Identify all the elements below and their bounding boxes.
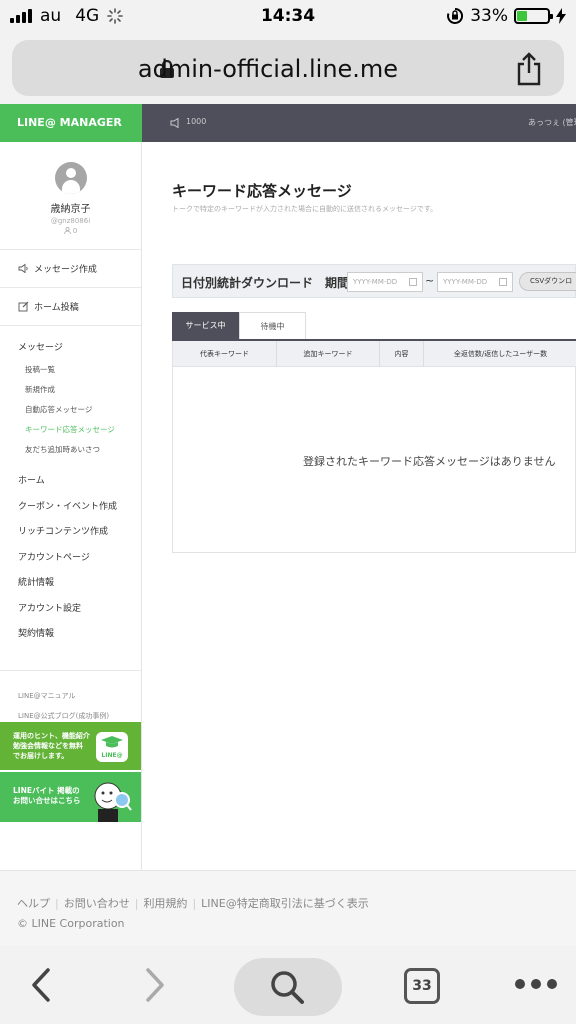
page-subtitle: トークで特定のキーワードが入力された場合に自動的に送信されるメッセージです。 <box>172 205 438 213</box>
sidebar-item-account-settings[interactable]: アカウント設定 <box>18 601 141 627</box>
footer-link-commerce-law[interactable]: LINE@特定商取引法に基づく表示 <box>201 897 369 910</box>
sidebar-item-home[interactable]: ホーム <box>18 473 141 499</box>
manual-link[interactable]: LINE@マニュアル <box>0 691 141 701</box>
sidebar-item-label: ホーム投稿 <box>34 303 79 313</box>
sidebar: 歳納京子 @gnz8086i 0 メッセージ作成 ホーム投稿 メッセージ 投稿一… <box>0 142 142 870</box>
profile-friends: 0 <box>0 226 141 235</box>
column-header[interactable]: 全返信数/返信したユーザー数 <box>424 341 576 367</box>
forward-icon[interactable] <box>140 966 170 1004</box>
header-user[interactable]: あっつぇ (管理 <box>528 117 576 128</box>
start-date-input[interactable]: YYYY-MM-DD <box>347 272 423 292</box>
tabs-button[interactable]: 33 <box>404 968 440 1004</box>
date-range-tilde: ~ <box>425 274 435 287</box>
search-button[interactable] <box>234 958 342 1016</box>
avatar[interactable] <box>54 162 87 194</box>
blog-link[interactable]: LINE@公式ブログ(成功事例) <box>0 711 141 721</box>
keyword-table: 代表キーワード 追加キーワード 内容 全返信数/返信したユーザー数 登録されたキ… <box>172 341 576 553</box>
sidebar-item-contract[interactable]: 契約情報 <box>18 626 141 652</box>
sidebar-item-rich-content[interactable]: リッチコンテンツ作成 <box>18 524 141 550</box>
sidebar-divider <box>0 669 141 671</box>
speaker-icon <box>18 263 28 274</box>
sidebar-subitem-new[interactable]: 新規作成 <box>18 384 141 395</box>
address-bar[interactable]: admin-official.line.me <box>12 40 564 96</box>
sidebar-subitem-auto-reply[interactable]: 自動応答メッセージ <box>18 404 141 415</box>
browser-address-area: admin-official.line.me <box>0 32 576 104</box>
calendar-icon[interactable] <box>409 278 417 286</box>
sidebar-subitem-keyword-reply[interactable]: キーワード応答メッセージ <box>18 424 141 435</box>
profile-name: 歳納京子 <box>50 204 91 215</box>
profile-block: 歳納京子 @gnz8086i 0 <box>0 142 141 250</box>
more-icon[interactable] <box>514 978 558 990</box>
banner-line: 運用のヒント、機能紹介 <box>13 732 90 740</box>
search-icon <box>271 971 304 1004</box>
sidebar-messages-group: メッセージ 投稿一覧 新規作成 自動応答メッセージ キーワード応答メッセージ 友… <box>0 326 141 652</box>
charging-bolt-icon <box>556 8 566 24</box>
header-count: 1000 <box>186 117 207 126</box>
app-header: LINE@ MANAGER 1000 あっつぇ (管理 <box>0 104 576 142</box>
tips-banner[interactable]: 運用のヒント、機能紹介 勉強会情報などを無料 でお届けします。 LINE@ <box>0 722 141 770</box>
footer-link-help[interactable]: ヘルプ <box>17 897 50 910</box>
tab-in-service[interactable]: サービス中 <box>172 312 239 340</box>
footer-links: ヘルプ | お問い合わせ | 利用規約 | LINE@特定商取引法に基づく表示 <box>17 897 369 910</box>
tab-standby[interactable]: 待機中 <box>239 312 306 340</box>
friends-icon <box>63 226 71 235</box>
column-header[interactable]: 追加キーワード <box>277 341 380 367</box>
empty-state-message: 登録されたキーワード応答メッセージはありません <box>303 455 556 468</box>
line-at-logo-label: LINE@ <box>101 752 123 759</box>
end-date-placeholder: YYYY-MM-DD <box>443 278 488 286</box>
sidebar-item-account-page[interactable]: アカウントページ <box>18 550 141 576</box>
line-manager-logo[interactable]: LINE@ MANAGER <box>0 104 142 142</box>
banner-line: LINEバイト 掲載の <box>13 786 80 795</box>
edit-icon <box>18 301 29 312</box>
status-bar: au 4G 14:34 33% <box>0 0 576 32</box>
profile-id: @gnz8086i <box>50 217 91 225</box>
speaker-icon <box>170 118 179 128</box>
mascot-icon <box>94 782 132 822</box>
sidebar-item-message-create[interactable]: メッセージ作成 <box>0 250 141 288</box>
sidebar-item-messages[interactable]: メッセージ <box>18 340 141 353</box>
banner-line: 勉強会情報などを無料 <box>13 742 83 750</box>
banner-line: お問い合せはこちら <box>13 796 81 805</box>
battery-icon <box>514 8 553 24</box>
column-header[interactable]: 内容 <box>380 341 424 367</box>
stats-label: 日付別統計ダウンロード 期間 <box>181 276 350 290</box>
calendar-icon[interactable] <box>499 278 507 286</box>
sidebar-subitem-friend-greeting[interactable]: 友だち追加時あいさつ <box>18 444 141 455</box>
graduation-cap-icon <box>101 736 123 748</box>
page-title: キーワード応答メッセージ <box>172 182 352 200</box>
copyright: © LINE Corporation <box>17 917 125 930</box>
sidebar-item-coupon[interactable]: クーポン・イベント作成 <box>18 499 141 525</box>
stats-download-bar: 日付別統計ダウンロード 期間 YYYY-MM-DD ~ YYYY-MM-DD C… <box>172 264 576 298</box>
sidebar-item-home-post[interactable]: ホーム投稿 <box>0 288 141 326</box>
footer-link-contact[interactable]: お問い合わせ <box>64 897 130 910</box>
sidebar-item-statistics[interactable]: 統計情報 <box>18 575 141 601</box>
url-text[interactable]: admin-official.line.me <box>12 55 564 83</box>
csv-download-button[interactable]: CSVダウンロ <box>519 272 576 291</box>
line-baito-banner[interactable]: LINEバイト 掲載の お問い合せはこちら <box>0 772 141 822</box>
main-content: キーワード応答メッセージ トークで特定のキーワードが入力された場合に自動的に送信… <box>142 142 576 870</box>
sidebar-item-label: メッセージ作成 <box>34 265 97 275</box>
page-footer: ヘルプ | お問い合わせ | 利用規約 | LINE@特定商取引法に基づく表示 © LINE… <box>0 870 576 946</box>
table-header: 代表キーワード 追加キーワード 内容 全返信数/返信したユーザー数 <box>173 341 576 367</box>
back-icon[interactable] <box>26 966 56 1004</box>
line-at-logo: LINE@ <box>96 732 128 762</box>
browser-toolbar: 33 <box>0 946 576 1024</box>
end-date-input[interactable]: YYYY-MM-DD <box>437 272 513 292</box>
share-icon[interactable] <box>514 52 544 86</box>
orientation-lock-icon <box>447 7 464 24</box>
banner-line: でお届けします。 <box>13 752 69 760</box>
footer-link-terms[interactable]: 利用規約 <box>143 897 187 910</box>
friends-count: 0 <box>72 227 78 235</box>
battery-percent: 33% <box>470 6 508 26</box>
start-date-placeholder: YYYY-MM-DD <box>353 278 398 286</box>
sidebar-subitem-post-list[interactable]: 投稿一覧 <box>18 364 141 375</box>
column-header[interactable]: 代表キーワード <box>173 341 277 367</box>
